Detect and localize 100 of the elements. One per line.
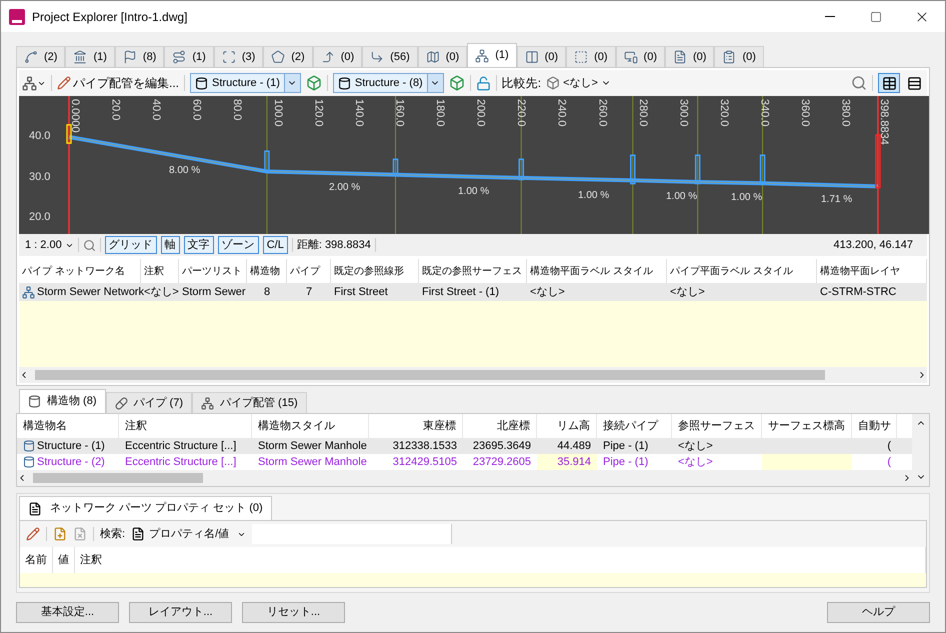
- station-label: 280.0: [636, 99, 649, 127]
- structure-dropdown[interactable]: Structure - (8): [332, 73, 444, 93]
- search-label: 検索:: [100, 526, 126, 542]
- object-tab[interactable]: (0): [714, 46, 764, 67]
- sparkle-menu-button[interactable]: [22, 76, 46, 90]
- coordinates-readout: 413.200, 46.147: [833, 238, 913, 253]
- object-tab[interactable]: (0): [665, 46, 714, 67]
- dialog-button[interactable]: ヘルプ: [827, 602, 930, 623]
- station-label: 40.0: [150, 99, 162, 120]
- elevation-label: 30.0: [29, 171, 50, 183]
- part-tab[interactable]: 構造物 (8): [19, 389, 106, 413]
- edit-pipe-run-button[interactable]: パイプ配管を編集...: [57, 74, 180, 92]
- property-set-tab[interactable]: ネットワーク パーツ プロパティ セット (0): [19, 496, 272, 520]
- station-label: 340.0: [758, 99, 771, 127]
- station-label: 0.0000: [69, 99, 81, 133]
- table-cell-text: Eccentric Structure [...]: [124, 438, 238, 454]
- station-label: 80.0: [231, 99, 244, 120]
- object-tab[interactable]: (1): [467, 43, 517, 67]
- map-icon: [426, 50, 440, 64]
- list-icon: [28, 502, 42, 516]
- table-cell-text: 312429.5105: [392, 454, 458, 470]
- edit-button[interactable]: [26, 527, 40, 541]
- slope-label: 1.71 %: [821, 194, 852, 205]
- object-tab[interactable]: (2): [263, 46, 313, 67]
- dialog-button[interactable]: 基本設定...: [16, 602, 119, 623]
- search-field[interactable]: [252, 524, 452, 544]
- cube-icon: [546, 76, 560, 90]
- table-cell-text: <なし>: [669, 284, 706, 300]
- slope-label: 2.00 %: [329, 182, 360, 193]
- object-tab[interactable]: (0): [312, 46, 362, 67]
- table-cell-text: (: [886, 454, 892, 470]
- horizontal-scrollbar[interactable]: [17, 470, 912, 486]
- toggle-button[interactable]: 軸: [160, 236, 180, 254]
- lock-button[interactable]: [476, 76, 491, 90]
- dialog-button[interactable]: レイアウト...: [129, 602, 232, 623]
- table-cell-text: Pipe - (1): [602, 454, 650, 470]
- station-label: 20.0: [110, 99, 122, 120]
- table-cell-text: 7: [304, 284, 314, 300]
- table-cell: 35.914: [537, 454, 597, 470]
- delete-button[interactable]: [73, 527, 87, 541]
- table-cell-text: Eccentric Structure [...]: [124, 454, 238, 470]
- flag-icon: [122, 50, 137, 64]
- object-tab[interactable]: (0): [566, 46, 616, 67]
- station-label: 260.0: [596, 99, 608, 127]
- table-cell-text: 44.489: [556, 438, 592, 454]
- corner-arrow-icon: [320, 50, 335, 64]
- toggle-button[interactable]: ゾーン: [218, 236, 259, 254]
- cylinder-icon: [23, 440, 35, 452]
- object-tab[interactable]: (2): [16, 46, 66, 67]
- zoom-button[interactable]: [82, 238, 96, 252]
- pick-structure-button[interactable]: [306, 75, 322, 91]
- pencil-icon: [57, 76, 71, 90]
- object-tab[interactable]: (0): [516, 46, 566, 67]
- station-label: 140.0: [352, 99, 365, 127]
- dialog-button[interactable]: リセット...: [242, 602, 345, 623]
- object-tab[interactable]: (0): [418, 46, 468, 67]
- station-label: 100.0: [272, 99, 284, 127]
- object-tab[interactable]: (0): [616, 46, 665, 67]
- scale-dropdown[interactable]: 1 : 2.00: [25, 236, 74, 254]
- distance-readout: 距離: 398.8834: [296, 238, 371, 253]
- search-button[interactable]: [851, 75, 867, 91]
- part-tab[interactable]: パイプ配管 (15): [192, 392, 307, 413]
- table-cell-text: 23695.3649: [472, 438, 532, 454]
- part-tab[interactable]: パイプ (7): [106, 392, 192, 413]
- table-row[interactable]: Structure - (1) Eccentric Structure [...] Storm Sewer Manhole 312338.1533 23695.3649 44.489 Pipe - (1) <なし> (: [17, 438, 912, 454]
- table-cell-text: Storm Sewer: [181, 284, 247, 300]
- list-view-button[interactable]: [878, 73, 900, 93]
- compare-dropdown[interactable]: <なし>: [546, 74, 611, 92]
- object-tab[interactable]: (1): [65, 46, 115, 67]
- object-tab[interactable]: (8): [114, 46, 164, 67]
- slope-label: 1.00 %: [731, 192, 762, 203]
- add-button[interactable]: [53, 527, 67, 541]
- table-cell-text: 8: [262, 284, 272, 300]
- object-tab[interactable]: (1): [164, 46, 214, 67]
- station-label: 320.0: [718, 99, 730, 127]
- elevation-label: 40.0: [29, 130, 50, 142]
- slope-label: 1.00 %: [666, 191, 698, 202]
- search-mode-dropdown[interactable]: プロパティ名/値: [131, 526, 246, 542]
- structure-dropdown[interactable]: Structure - (1): [190, 73, 301, 93]
- bend-icon: [370, 50, 384, 64]
- app-logo-icon: [9, 8, 25, 24]
- station-label: 360.0: [799, 99, 812, 127]
- toggle-button[interactable]: C/L: [262, 236, 288, 254]
- station-label: 398.8834: [878, 99, 890, 145]
- toggle-button[interactable]: グリッド: [104, 236, 157, 254]
- table-cell-text: <なし>: [677, 438, 714, 454]
- cylinder-icon: [195, 76, 208, 90]
- vertical-scrollbar[interactable]: [912, 414, 929, 486]
- station-label: 120.0: [312, 99, 324, 127]
- table-cell-text: First Street - (1): [421, 284, 500, 300]
- toggle-button[interactable]: 文字: [184, 236, 214, 254]
- table-cell-text: Storm Sewer Manhole: [257, 438, 368, 454]
- horizontal-scrollbar[interactable]: [19, 367, 927, 383]
- slope-label: 8.00 %: [169, 165, 200, 176]
- table-cell-text: <なし>: [529, 284, 566, 300]
- object-tab[interactable]: (3): [214, 46, 264, 67]
- pick-structure-button[interactable]: [448, 75, 465, 91]
- table-cell-text: Pipe - (1): [602, 438, 650, 454]
- object-tab[interactable]: (56): [362, 46, 418, 67]
- screen-icon: [624, 50, 638, 64]
